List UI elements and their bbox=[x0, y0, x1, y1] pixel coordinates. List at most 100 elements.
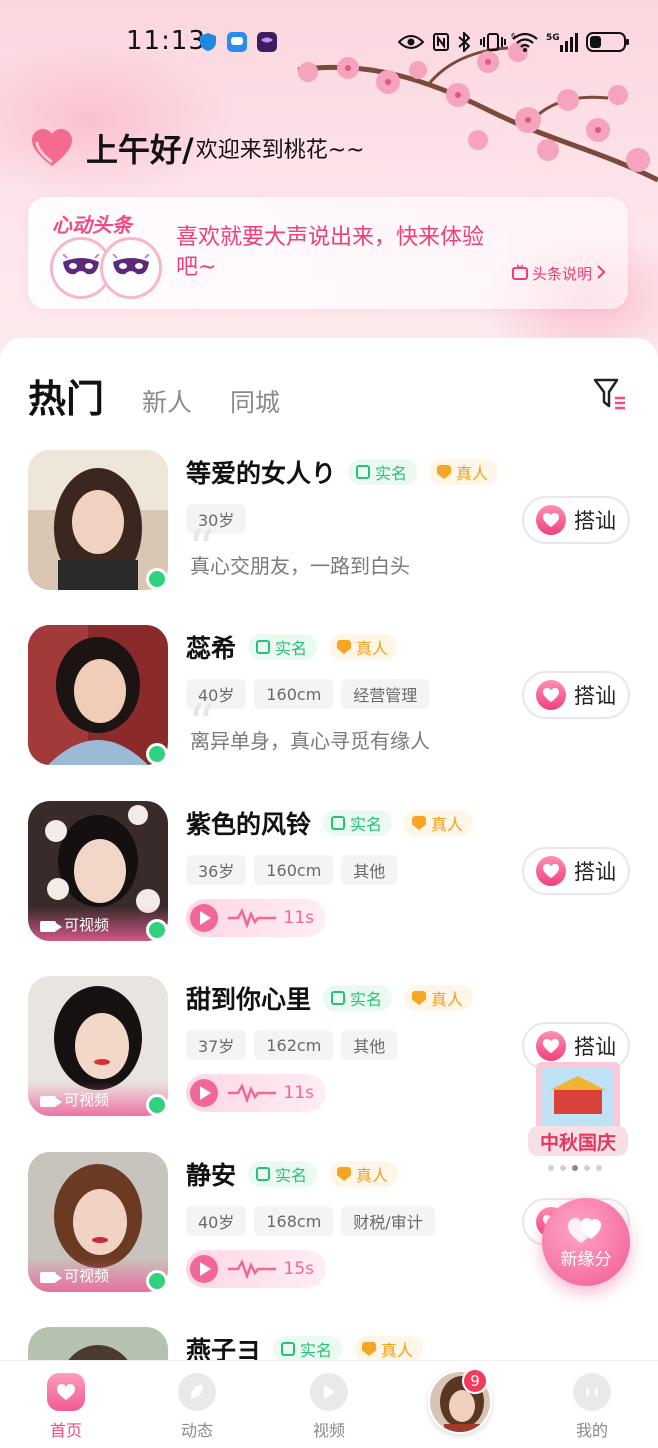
tag-height: 160cm bbox=[254, 855, 334, 885]
bluetooth-icon bbox=[457, 30, 471, 54]
avatar[interactable] bbox=[28, 625, 168, 765]
tag-job: 经营管理 bbox=[341, 679, 430, 709]
pager-dot bbox=[596, 1165, 602, 1171]
user-name-text: 等爱的女人り bbox=[186, 459, 337, 488]
heart-icon bbox=[536, 856, 566, 886]
voice-intro-player[interactable]: 11s bbox=[186, 899, 326, 937]
tab-hot[interactable]: 热门 bbox=[28, 368, 113, 423]
online-indicator bbox=[146, 919, 168, 941]
greet-button-label: 搭讪 bbox=[574, 860, 616, 884]
user-name-text: 甜到你心里 bbox=[186, 985, 312, 1014]
nfc-icon bbox=[432, 30, 450, 54]
online-indicator bbox=[146, 1094, 168, 1116]
tag-job: 财税/审计 bbox=[341, 1206, 435, 1236]
decor-blob bbox=[0, 40, 240, 200]
online-indicator bbox=[146, 743, 168, 765]
headline-avatars bbox=[50, 237, 162, 299]
nav-home-label: 首页 bbox=[49, 1421, 82, 1440]
real-person-label: 真人 bbox=[381, 1341, 414, 1360]
nav-home[interactable]: 首页 bbox=[26, 1373, 106, 1441]
promo-banner[interactable]: 中秋国庆 bbox=[524, 1060, 632, 1170]
real-person-badge: 真人 bbox=[329, 1161, 399, 1187]
home-icon bbox=[47, 1373, 85, 1411]
filter-icon[interactable] bbox=[592, 376, 628, 412]
headline-help-link[interactable]: 头条说明 bbox=[511, 263, 606, 284]
user-name-text: 静安 bbox=[186, 1161, 237, 1190]
tab-new[interactable]: 新人 bbox=[142, 383, 192, 419]
real-name-badge: 实名 bbox=[273, 1336, 343, 1360]
greeting-subtitle: 欢迎来到桃花~~ bbox=[195, 138, 365, 163]
user-name: 紫色的风铃 实名 真人 bbox=[186, 805, 474, 841]
shield-check-icon bbox=[412, 991, 427, 1005]
real-name-badge: 实名 bbox=[348, 459, 418, 485]
video-available-label: 可视频 bbox=[64, 1091, 110, 1109]
real-person-badge: 真人 bbox=[329, 634, 399, 660]
user-name: 等爱的女人り 实名 真人 bbox=[186, 454, 499, 490]
real-name-badge: 实名 bbox=[248, 634, 318, 660]
user-bio: “ 离异单身，真心寻觅有缘人 bbox=[186, 695, 430, 755]
nav-moments[interactable]: 动态 bbox=[157, 1373, 237, 1441]
user-tags: 37岁 162cm 其他 bbox=[186, 1030, 398, 1060]
nav-mine-label: 我的 bbox=[575, 1421, 608, 1440]
avatar[interactable]: 可视频 bbox=[28, 1152, 168, 1292]
online-indicator bbox=[146, 1270, 168, 1292]
voice-duration: 11s bbox=[283, 908, 315, 928]
greet-button[interactable]: 搭讪 bbox=[522, 496, 630, 544]
user-card[interactable]: 可视频 紫色的风铃 实名 真人 36岁 160cm 其他 11s 搭讪 bbox=[0, 801, 658, 971]
tag-age: 37岁 bbox=[186, 1030, 247, 1060]
waveform-icon bbox=[228, 908, 276, 928]
voice-duration: 15s bbox=[283, 1259, 315, 1279]
real-name-badge: 实名 bbox=[323, 985, 393, 1011]
message-count-badge: 9 bbox=[462, 1368, 488, 1394]
id-card-icon bbox=[281, 1342, 296, 1356]
pager-dot bbox=[560, 1165, 566, 1171]
id-card-icon bbox=[256, 640, 271, 654]
user-card[interactable]: 蕊希 实名 真人 40岁 160cm 经营管理 “ 离异单身，真心寻觅有缘人 搭… bbox=[0, 625, 658, 795]
shield-check-icon bbox=[337, 640, 352, 654]
voice-intro-player[interactable]: 15s bbox=[186, 1250, 326, 1288]
id-card-icon bbox=[331, 816, 346, 830]
video-play-icon bbox=[310, 1373, 348, 1411]
new-fate-button[interactable]: 新缘分 bbox=[542, 1198, 630, 1286]
video-available-label: 可视频 bbox=[64, 1267, 110, 1285]
user-name-text: 蕊希 bbox=[186, 634, 237, 663]
pager-dot bbox=[548, 1165, 554, 1171]
voice-intro-player[interactable]: 11s bbox=[186, 1074, 326, 1112]
greet-button[interactable]: 搭讪 bbox=[522, 847, 630, 895]
greet-button[interactable]: 搭讪 bbox=[522, 671, 630, 719]
shield-check-icon bbox=[337, 1167, 352, 1181]
nav-mine[interactable]: 我的 bbox=[552, 1373, 632, 1441]
tag-job: 其他 bbox=[341, 855, 398, 885]
nav-video[interactable]: 视频 bbox=[289, 1373, 369, 1441]
user-name: 燕子ヨ 实名 真人 bbox=[186, 1331, 424, 1360]
svg-text:5G: 5G bbox=[546, 33, 560, 43]
avatar[interactable]: 可视频 bbox=[28, 801, 168, 941]
headline-message: 喜欢就要大声说出来，快来体验吧~ bbox=[176, 225, 485, 280]
real-name-label: 实名 bbox=[275, 639, 308, 658]
tab-nearby[interactable]: 同城 bbox=[230, 383, 280, 419]
shield-check-icon bbox=[412, 816, 427, 830]
promo-label: 中秋国庆 bbox=[539, 1131, 616, 1154]
wifi-icon: 6 bbox=[510, 30, 540, 54]
heart-icon bbox=[536, 680, 566, 710]
new-fate-label: 新缘分 bbox=[560, 1249, 612, 1270]
real-person-label: 真人 bbox=[456, 464, 489, 483]
play-icon[interactable] bbox=[190, 1079, 218, 1107]
real-person-label: 真人 bbox=[356, 639, 389, 658]
user-tags: 36岁 160cm 其他 bbox=[186, 855, 398, 885]
user-tags: 40岁 160cm 经营管理 bbox=[186, 679, 430, 709]
user-card[interactable]: 等爱的女人り 实名 真人 30岁 “ 真心交朋友，一路到白头 搭讪 bbox=[0, 450, 658, 620]
user-name-text: 紫色的风铃 bbox=[186, 810, 312, 839]
play-icon[interactable] bbox=[190, 1255, 218, 1283]
user-card[interactable]: 燕子ヨ 实名 真人 bbox=[0, 1327, 658, 1360]
tag-height: 162cm bbox=[254, 1030, 334, 1060]
avatar[interactable] bbox=[28, 1327, 168, 1360]
voice-duration: 11s bbox=[283, 1083, 315, 1103]
real-name-label: 实名 bbox=[375, 464, 408, 483]
avatar[interactable] bbox=[28, 450, 168, 590]
promo-pager bbox=[548, 1165, 602, 1171]
headline-card[interactable]: 心动头条 喜欢就要大声说出来，快来体验吧~ 头条说明 bbox=[28, 197, 628, 309]
play-icon[interactable] bbox=[190, 904, 218, 932]
avatar[interactable]: 可视频 bbox=[28, 976, 168, 1116]
headline-tag: 心动头条 bbox=[52, 213, 132, 237]
